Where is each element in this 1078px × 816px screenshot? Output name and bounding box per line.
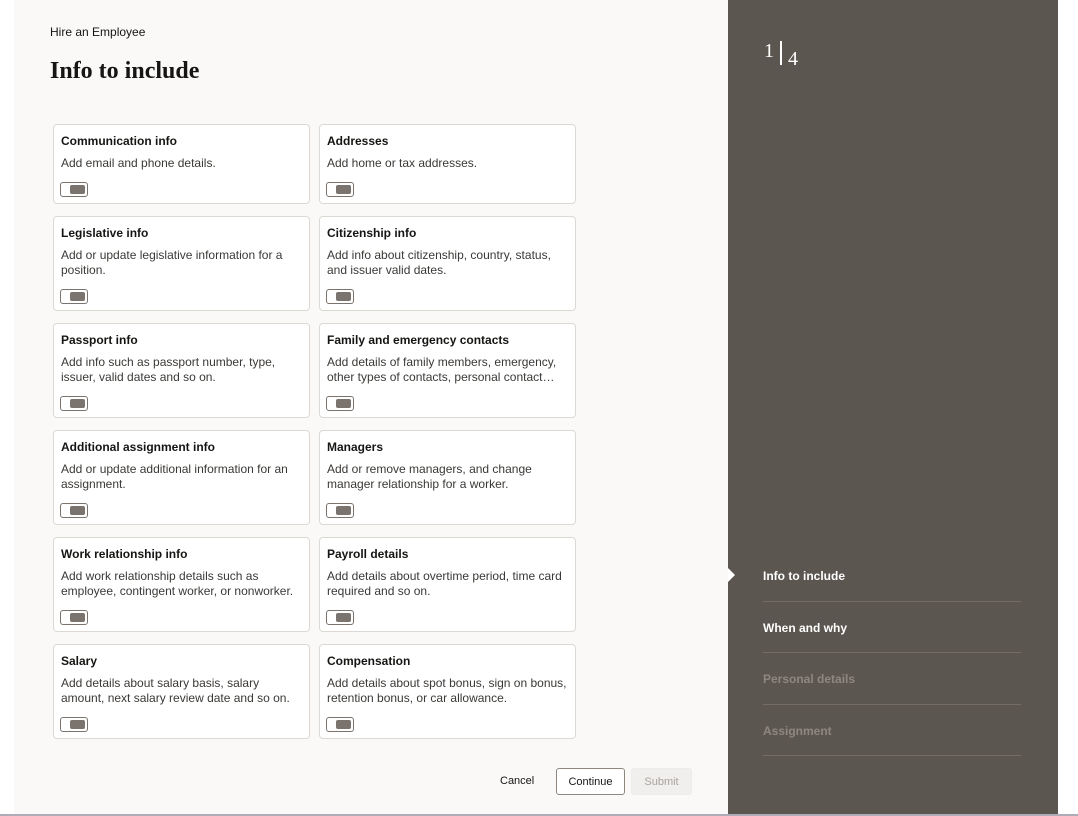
train-step-assignment: Assignment	[763, 705, 1021, 756]
card-passport-info: Passport info Add info such as passport …	[53, 323, 310, 418]
left-gutter	[0, 0, 14, 816]
submit-button[interactable]: Submit	[631, 768, 692, 795]
card-row: Legislative info Add or update legislati…	[53, 216, 577, 311]
compensation-toggle[interactable]	[326, 717, 354, 732]
additional-assignment-info-toggle[interactable]	[60, 503, 88, 518]
train-step-info-to-include[interactable]: Info to include	[763, 550, 1021, 602]
work-relationship-info-toggle[interactable]	[60, 610, 88, 625]
card-row: Additional assignment info Add or update…	[53, 430, 577, 525]
card-title: Salary	[61, 654, 98, 668]
citizenship-info-toggle[interactable]	[326, 289, 354, 304]
card-title: Managers	[327, 440, 384, 454]
step-total: 4	[788, 48, 798, 70]
card-title: Communication info	[61, 134, 177, 148]
family-emergency-contacts-toggle[interactable]	[326, 396, 354, 411]
train-step-when-and-why[interactable]: When and why	[763, 602, 1021, 653]
card-description: Add info about citizenship, country, sta…	[327, 248, 551, 277]
card-title: Compensation	[327, 654, 411, 668]
cancel-button[interactable]: Cancel	[500, 775, 534, 787]
card-row: Passport info Add info such as passport …	[53, 323, 577, 418]
footer-actions: Cancel Continue Submit	[14, 768, 728, 796]
card-title: Work relationship info	[61, 547, 188, 561]
payroll-details-toggle[interactable]	[326, 610, 354, 625]
info-cards-grid: Communication info Add email and phone d…	[53, 124, 577, 751]
managers-toggle[interactable]	[326, 503, 354, 518]
card-title: Payroll details	[327, 547, 409, 561]
card-title: Legislative info	[61, 226, 149, 240]
card-payroll-details: Payroll details Add details about overti…	[319, 537, 576, 632]
page-subtitle: Hire an Employee	[50, 25, 146, 39]
step-counter: 1 4	[764, 40, 824, 70]
communication-info-toggle[interactable]	[60, 182, 88, 197]
train-panel: 1 4 Info to include When and why Persona…	[728, 0, 1058, 814]
card-description: Add or remove managers, and change manag…	[327, 462, 532, 491]
card-row: Communication info Add email and phone d…	[53, 124, 577, 204]
card-managers: Managers Add or remove managers, and cha…	[319, 430, 576, 525]
card-description: Add or update additional information for…	[61, 462, 288, 491]
card-title: Additional assignment info	[61, 440, 216, 454]
card-title: Citizenship info	[327, 226, 417, 240]
right-gutter	[1058, 0, 1078, 816]
card-family-emergency-contacts: Family and emergency contacts Add detail…	[319, 323, 576, 418]
card-description: Add details about spot bonus, sign on bo…	[327, 676, 567, 705]
card-description: Add info such as passport number, type, …	[61, 355, 276, 384]
card-title: Addresses	[327, 134, 389, 148]
card-row: Work relationship info Add work relation…	[53, 537, 577, 632]
continue-button[interactable]: Continue	[556, 768, 625, 795]
train-steps: Info to include When and why Personal de…	[763, 550, 1021, 756]
card-addresses: Addresses Add home or tax addresses.	[319, 124, 576, 204]
train-step-personal-details: Personal details	[763, 653, 1021, 705]
card-description: Add details about salary basis, salary a…	[61, 676, 290, 705]
legislative-info-toggle[interactable]	[60, 289, 88, 304]
card-description: Add details about overtime period, time …	[327, 569, 562, 598]
salary-toggle[interactable]	[60, 717, 88, 732]
card-work-relationship-info: Work relationship info Add work relation…	[53, 537, 310, 632]
passport-info-toggle[interactable]	[60, 396, 88, 411]
active-step-marker-icon	[728, 568, 735, 582]
card-title: Passport info	[61, 333, 138, 347]
card-compensation: Compensation Add details about spot bonu…	[319, 644, 576, 739]
card-communication-info: Communication info Add email and phone d…	[53, 124, 310, 204]
card-legislative-info: Legislative info Add or update legislati…	[53, 216, 310, 311]
page-title: Info to include	[50, 58, 200, 84]
card-row: Salary Add details about salary basis, s…	[53, 644, 577, 739]
card-citizenship-info: Citizenship info Add info about citizens…	[319, 216, 576, 311]
card-description: Add work relationship details such as em…	[61, 569, 294, 598]
card-description: Add email and phone details.	[61, 156, 216, 170]
card-description: Add home or tax addresses.	[327, 156, 478, 170]
step-current: 1	[764, 40, 774, 62]
card-description: Add details of family members, emergency…	[327, 355, 557, 384]
card-description: Add or update legislative information fo…	[61, 248, 283, 277]
card-salary: Salary Add details about salary basis, s…	[53, 644, 310, 739]
card-additional-assignment-info: Additional assignment info Add or update…	[53, 430, 310, 525]
step-divider	[780, 41, 782, 65]
addresses-toggle[interactable]	[326, 182, 354, 197]
card-title: Family and emergency contacts	[327, 333, 510, 347]
main-panel: Hire an Employee Info to include Communi…	[14, 0, 728, 814]
